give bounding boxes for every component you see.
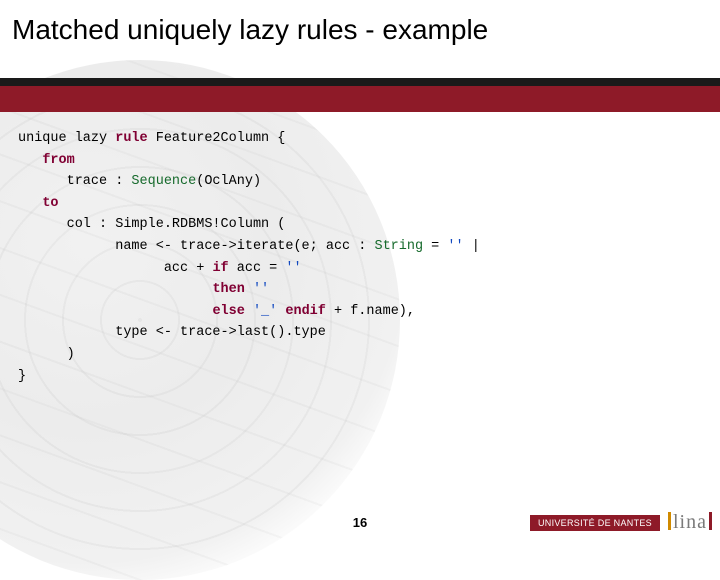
code-text: type <- trace->last().type (18, 325, 326, 340)
footer-right: UNIVERSITÉ DE NANTES lina (530, 511, 712, 534)
logo-bar-icon (668, 512, 671, 530)
code-text: Feature2Column { (148, 131, 286, 146)
code-text: acc = (229, 261, 286, 276)
logo-bar-icon (709, 512, 712, 530)
code-text (18, 282, 212, 297)
keyword-if: if (212, 261, 228, 276)
keyword-then: then (212, 282, 244, 297)
code-text (245, 282, 253, 297)
keyword-from: from (42, 153, 74, 168)
code-text: } (18, 369, 26, 384)
code-text: + f.name), (326, 304, 415, 319)
slide-title: Matched uniquely lazy rules - example (12, 14, 488, 46)
code-text: name <- trace->iterate(e; acc : (18, 239, 374, 254)
code-text: trace : (18, 174, 131, 189)
code-text: (OclAny) (196, 174, 261, 189)
lab-logo: lina (668, 511, 712, 534)
code-text (18, 304, 212, 319)
code-text: col : Simple.RDBMS!Column ( (18, 217, 285, 232)
code-text (245, 304, 253, 319)
keyword-endif: endif (285, 304, 326, 319)
string-literal: '' (253, 282, 269, 297)
type-sequence: Sequence (131, 174, 196, 189)
code-block: unique lazy rule Feature2Column { from t… (18, 128, 702, 387)
code-text: acc + (18, 261, 212, 276)
string-literal: '_' (253, 304, 277, 319)
code-text (18, 196, 42, 211)
code-text: | (464, 239, 480, 254)
keyword-rule: rule (115, 131, 147, 146)
keyword-else: else (212, 304, 244, 319)
university-badge: UNIVERSITÉ DE NANTES (530, 515, 660, 531)
type-string: String (374, 239, 423, 254)
keyword-to: to (42, 196, 58, 211)
code-text (18, 153, 42, 168)
string-literal: '' (447, 239, 463, 254)
string-literal: '' (285, 261, 301, 276)
title-bar-red (0, 86, 720, 112)
code-text: unique lazy (18, 131, 115, 146)
lab-name: lina (673, 511, 707, 533)
code-text: ) (18, 347, 75, 362)
code-text: = (423, 239, 447, 254)
